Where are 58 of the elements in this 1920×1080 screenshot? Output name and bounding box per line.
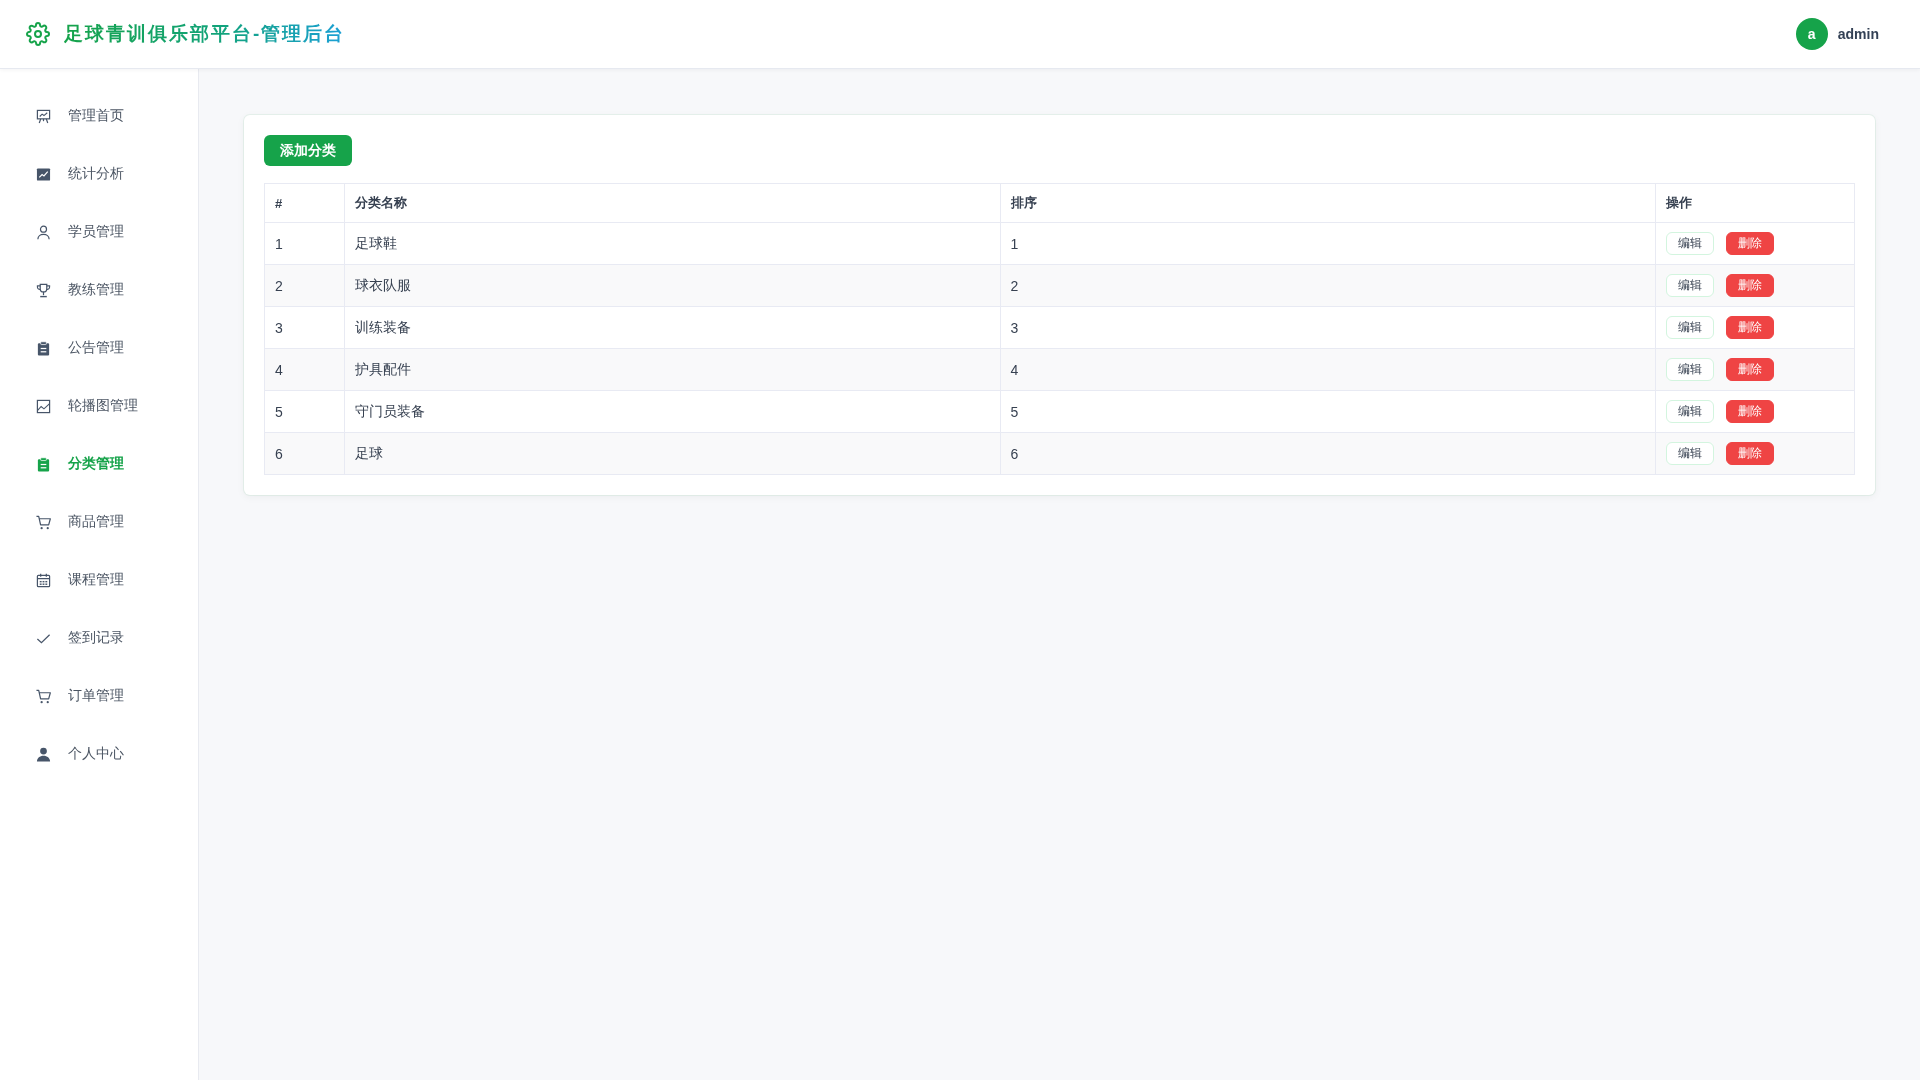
- table-cell: 2: [1000, 264, 1656, 307]
- sidebar-item[interactable]: 课程管理: [0, 551, 198, 609]
- sidebar-item[interactable]: 商品管理: [0, 493, 198, 551]
- table-cell: 4: [264, 348, 345, 391]
- user-icon: [36, 746, 51, 762]
- table-cell: 护具配件: [344, 348, 1000, 391]
- sidebar-item[interactable]: 签到记录: [0, 609, 198, 667]
- table-cell: 3: [264, 306, 345, 349]
- sidebar-item[interactable]: 轮播图管理: [0, 377, 198, 435]
- clipboard-icon: [36, 340, 51, 356]
- sidebar-item[interactable]: 教练管理: [0, 261, 198, 319]
- sidebar-item[interactable]: 公告管理: [0, 319, 198, 377]
- edit-button[interactable]: 编辑: [1666, 232, 1714, 255]
- line-chart-icon: [36, 166, 51, 182]
- table-cell: 1: [1000, 222, 1656, 265]
- column-header: 排序: [1000, 183, 1656, 223]
- sidebar-item[interactable]: 学员管理: [0, 203, 198, 261]
- table-cell: 4: [1000, 348, 1656, 391]
- column-header: 操作: [1655, 183, 1855, 223]
- trophy-icon: [36, 282, 51, 298]
- column-header: #: [264, 183, 345, 223]
- edit-button[interactable]: 编辑: [1666, 400, 1714, 423]
- edit-button[interactable]: 编辑: [1666, 316, 1714, 339]
- delete-button[interactable]: 删除: [1726, 274, 1774, 297]
- delete-button[interactable]: 删除: [1726, 358, 1774, 381]
- edit-button[interactable]: 编辑: [1666, 442, 1714, 465]
- sidebar-item[interactable]: 统计分析: [0, 145, 198, 203]
- table-cell: 1: [264, 222, 345, 265]
- table-cell: 守门员装备: [344, 390, 1000, 433]
- image-icon: [36, 398, 51, 414]
- table-cell: 5: [1000, 390, 1656, 433]
- user-icon: [36, 224, 51, 240]
- table-cell: 2: [264, 264, 345, 307]
- table-cell: 球衣队服: [344, 264, 1000, 307]
- table-cell: 足球鞋: [344, 222, 1000, 265]
- delete-button[interactable]: 删除: [1726, 316, 1774, 339]
- table-cell: 3: [1000, 306, 1656, 349]
- edit-button[interactable]: 编辑: [1666, 358, 1714, 381]
- table-cell: 足球: [344, 432, 1000, 475]
- table-cell: 训练装备: [344, 306, 1000, 349]
- presentation-board-icon: [36, 108, 51, 124]
- sidebar-item[interactable]: 订单管理: [0, 667, 198, 725]
- cart-icon: [36, 514, 51, 530]
- delete-button[interactable]: 删除: [1726, 442, 1774, 465]
- gear-icon: [26, 22, 50, 46]
- column-header: 分类名称: [344, 183, 1000, 223]
- clipboard-icon: [36, 456, 51, 472]
- delete-button[interactable]: 删除: [1726, 232, 1774, 255]
- cart-icon: [36, 688, 51, 704]
- sidebar-item[interactable]: 管理首页: [0, 87, 198, 145]
- user-name: admin: [1837, 26, 1879, 42]
- edit-button[interactable]: 编辑: [1666, 274, 1714, 297]
- calendar-icon: [36, 572, 51, 588]
- table-cell: 6: [1000, 432, 1656, 475]
- sidebar-item[interactable]: 个人中心: [0, 725, 198, 783]
- table-cell: 5: [264, 390, 345, 433]
- table-cell: 6: [264, 432, 345, 475]
- delete-button[interactable]: 删除: [1726, 400, 1774, 423]
